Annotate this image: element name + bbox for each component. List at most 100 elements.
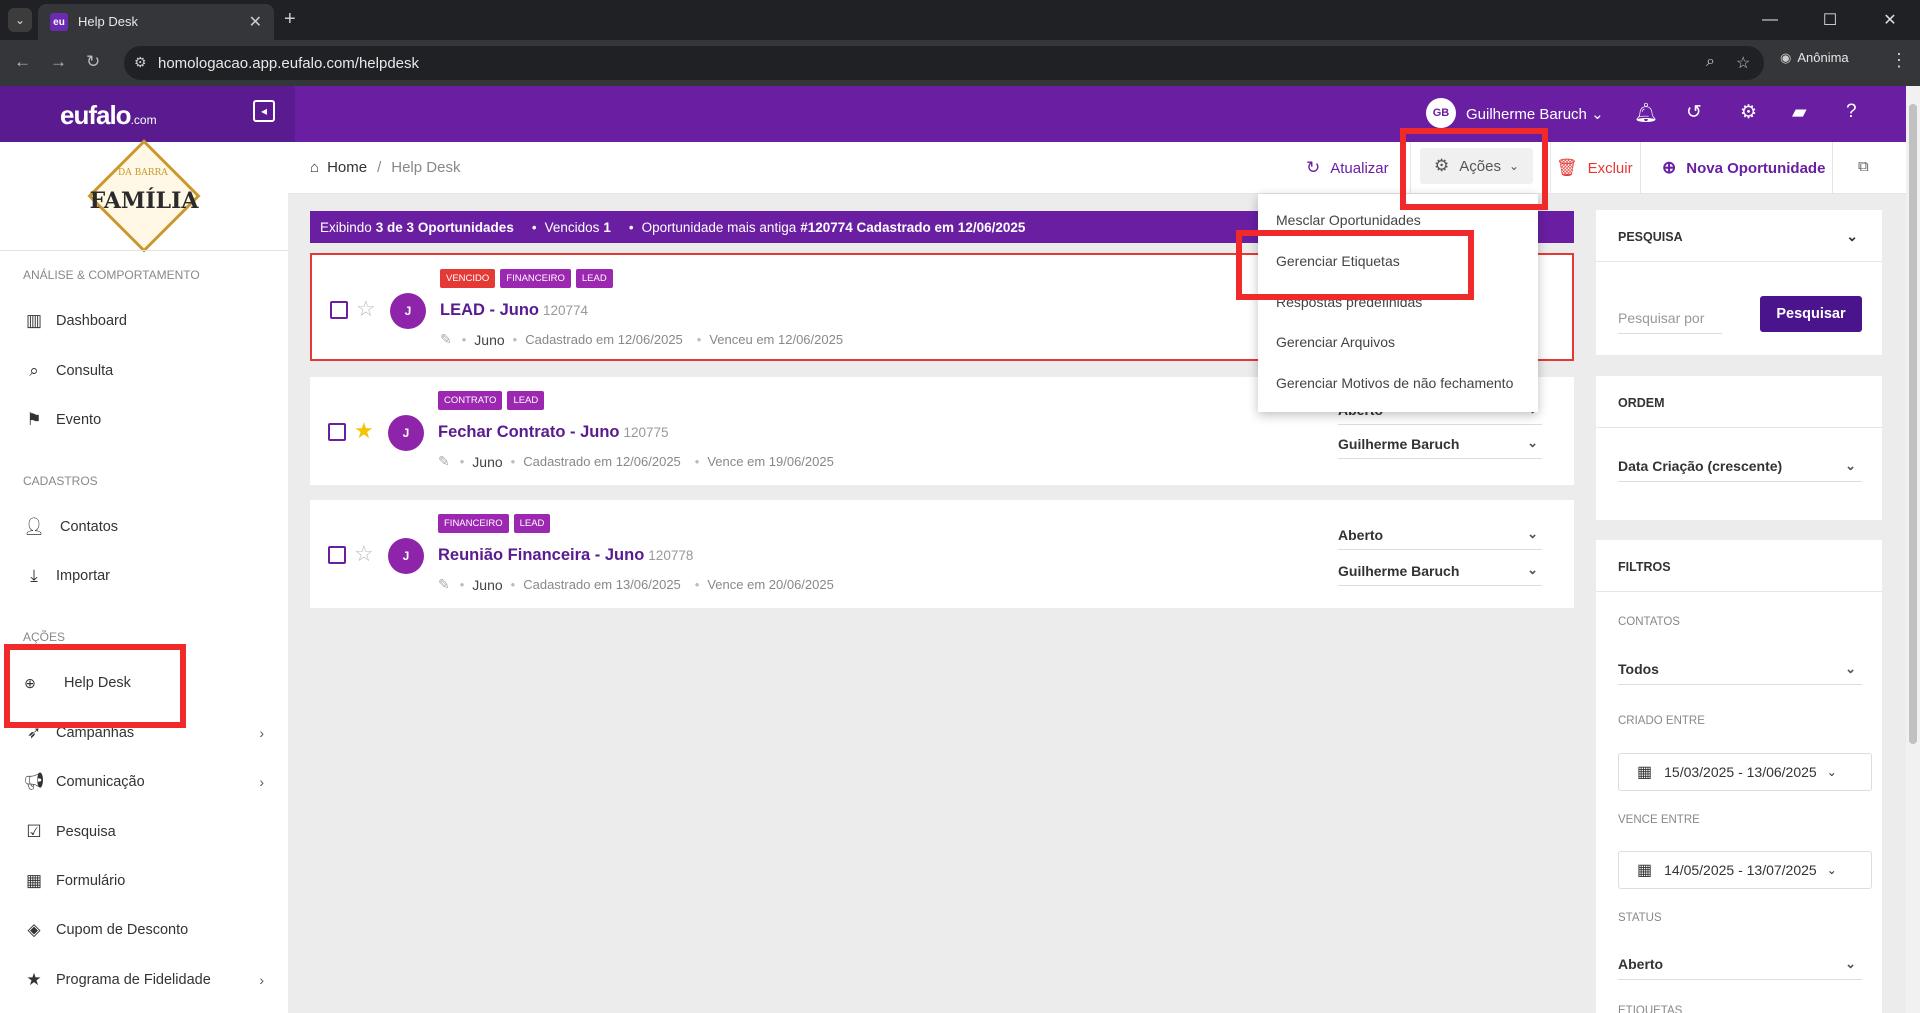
delete-button[interactable]: 🗑︎ Excluir [1556,158,1633,178]
delete-label: Excluir [1587,159,1633,177]
due-date-range[interactable]: ▦ 14/05/2025 - 13/07/2025 ⌄ [1618,851,1872,889]
sidebar-item-importar[interactable]: ⤓ Importar [22,564,272,588]
favorite-star-icon[interactable]: ★ [354,418,374,444]
collapse-sidebar-icon[interactable]: ◂ [253,100,275,122]
lifebuoy-icon: ⊕ [1662,158,1677,177]
summary-overdue-count: 1 [603,219,611,235]
summary-showing-count: 3 de 3 Oportunidades [375,219,514,235]
popout-icon[interactable]: ⧉ [1858,158,1869,175]
back-icon[interactable]: ← [14,52,31,72]
search-icon: ⌕ [29,361,39,380]
card-checkbox[interactable] [328,423,346,441]
scroll-thumb[interactable] [1909,104,1917,744]
favorite-star-icon[interactable]: ☆ [354,541,374,567]
minimize-icon[interactable]: — [1740,0,1800,40]
card-checkbox[interactable] [330,301,348,319]
refresh-button[interactable]: ↻ Atualizar [1306,158,1389,178]
toolbar-divider [1550,142,1551,194]
search-input[interactable]: Pesquisar por [1618,304,1722,334]
incognito-indicator[interactable]: ◉ Anônima [1780,50,1849,66]
tab-search-button[interactable]: ⌄ [8,8,32,32]
gear-icon[interactable]: ⚙ [1740,101,1757,124]
search-button[interactable]: Pesquisar [1760,296,1862,332]
chat-icon[interactable]: ▰ [1792,101,1807,124]
sidebar-item-formulario[interactable]: ▦ Formulário [22,869,272,893]
status-select[interactable]: Aberto ⌄ [1338,522,1542,550]
created-date-range[interactable]: ▦ 15/03/2025 - 13/06/2025 ⌄ [1618,753,1872,791]
browser-menu-icon[interactable]: ⋮ [1890,50,1908,71]
menu-item-merge[interactable]: Mesclar Oportunidades [1276,212,1421,228]
browser-tab[interactable]: eu Help Desk ✕ [38,4,274,40]
sidebar-item-label: Evento [56,412,102,428]
order-select[interactable]: Data Criação (crescente) ⌄ [1618,452,1862,482]
card-title-text: Reunião Financeira - Juno [438,546,645,564]
user-avatar[interactable]: GB [1426,98,1456,128]
assignee-select[interactable]: Guilherme Baruch ⌄ [1338,558,1542,586]
status-label: STATUS [1618,912,1662,924]
card-meta: ✎ • Juno • Cadastrado em 12/06/2025 • Ve… [440,331,843,348]
card-title[interactable]: Reunião Financeira - Juno 120778 [438,546,693,565]
brand-top-text: DA BARRA [118,168,168,178]
highlight-box-actions [1400,128,1548,210]
sidebar-item-pesquisa[interactable]: ☑ Pesquisa [22,820,272,844]
home-icon[interactable]: ⌂ [310,159,319,176]
contacts-select[interactable]: Todos ⌄ [1618,655,1862,685]
opportunity-card[interactable]: ☆ J FINANCEIRO LEAD Reunião Financeira -… [310,500,1574,608]
tag-badge: LEAD [513,514,551,533]
sidebar-item-evento[interactable]: ⚑ Evento [22,408,272,432]
zoom-icon[interactable]: ⌕ [1706,53,1715,71]
feather-icon: ✎ [438,576,450,592]
history-icon[interactable]: ↺ [1686,101,1702,124]
card-due: Venceu em 12/06/2025 [709,332,844,347]
section-actions: AÇÕES [23,630,66,644]
page-scrollbar[interactable] [1906,86,1920,1013]
app-logo[interactable]: eufalo.com [60,100,157,131]
status-filter-select[interactable]: Aberto ⌄ [1618,950,1862,980]
bell-icon[interactable]: 🔔︎ [1634,101,1658,125]
calendar-icon: ▦ [1637,862,1653,879]
bullet: • [459,454,465,469]
menu-item-manage-files[interactable]: Gerenciar Arquivos [1276,334,1395,350]
bullet: • [694,454,700,469]
address-bar[interactable]: ⚙ homologacao.app.eufalo.com/helpdesk ⌕ … [124,46,1764,80]
card-created: Cadastrado em 12/06/2025 [523,454,681,469]
new-opportunity-button[interactable]: ⊕ Nova Oportunidade [1662,158,1825,178]
help-icon[interactable]: ? [1846,101,1857,123]
favorite-star-icon[interactable]: ☆ [356,296,376,322]
sidebar-item-comunicacao[interactable]: 📢︎ Comunicação › [22,770,272,794]
card-meta: ✎ • Juno • Cadastrado em 13/06/2025 • Ve… [438,576,834,593]
download-icon: ⤓ [30,566,38,585]
filters-panel-header: FILTROS [1596,540,1882,592]
sidebar-item-dashboard[interactable]: ▥ Dashboard [22,309,272,333]
maximize-icon[interactable]: ☐ [1800,0,1860,40]
site-info-icon[interactable]: ⚙ [134,54,147,71]
sidebar-item-label: Cupom de Desconto [56,922,189,938]
tab-close-icon[interactable]: ✕ [249,12,262,32]
close-window-icon[interactable]: ✕ [1860,0,1920,40]
assignee-select[interactable]: Guilherme Baruch ⌄ [1338,431,1542,459]
card-title[interactable]: LEAD - Juno 120774 [440,301,588,320]
url-text[interactable]: homologacao.app.eufalo.com/helpdesk [158,55,419,72]
sidebar-item-cupom[interactable]: ◈ Cupom de Desconto [22,918,272,942]
card-title-text: LEAD - Juno [440,301,539,319]
card-title[interactable]: Fechar Contrato - Juno 120775 [438,423,669,442]
forward-icon[interactable]: → [50,52,67,72]
menu-item-no-close-reasons[interactable]: Gerenciar Motivos de não fechamento [1276,375,1513,391]
user-menu[interactable]: Guilherme Baruch ⌄ [1466,105,1604,123]
trash-icon: 🗑︎ [1556,158,1578,177]
sidebar-item-consulta[interactable]: ⌕ Consulta [22,359,272,383]
sidebar-item-contatos[interactable]: 👤︎ Contatos [22,515,272,539]
breadcrumb-home[interactable]: Home [327,159,367,176]
new-tab-icon[interactable]: + [284,8,296,31]
sidebar-item-fidelidade[interactable]: ★ Programa de Fidelidade › [22,968,272,992]
card-checkbox[interactable] [328,546,346,564]
assignee-value: Guilherme Baruch [1338,436,1460,452]
star-icon: ★ [26,970,42,989]
search-panel-header[interactable]: PESQUISA ⌄ [1596,210,1882,262]
reload-icon[interactable]: ↻ [86,52,100,72]
brand-logo: DA BARRA FAMÍLIA [74,139,214,253]
feather-icon: ✎ [440,331,452,347]
user-name: Guilherme Baruch [1466,106,1587,123]
bookmark-star-icon[interactable]: ☆ [1736,53,1750,73]
card-created: Cadastrado em 12/06/2025 [525,332,683,347]
